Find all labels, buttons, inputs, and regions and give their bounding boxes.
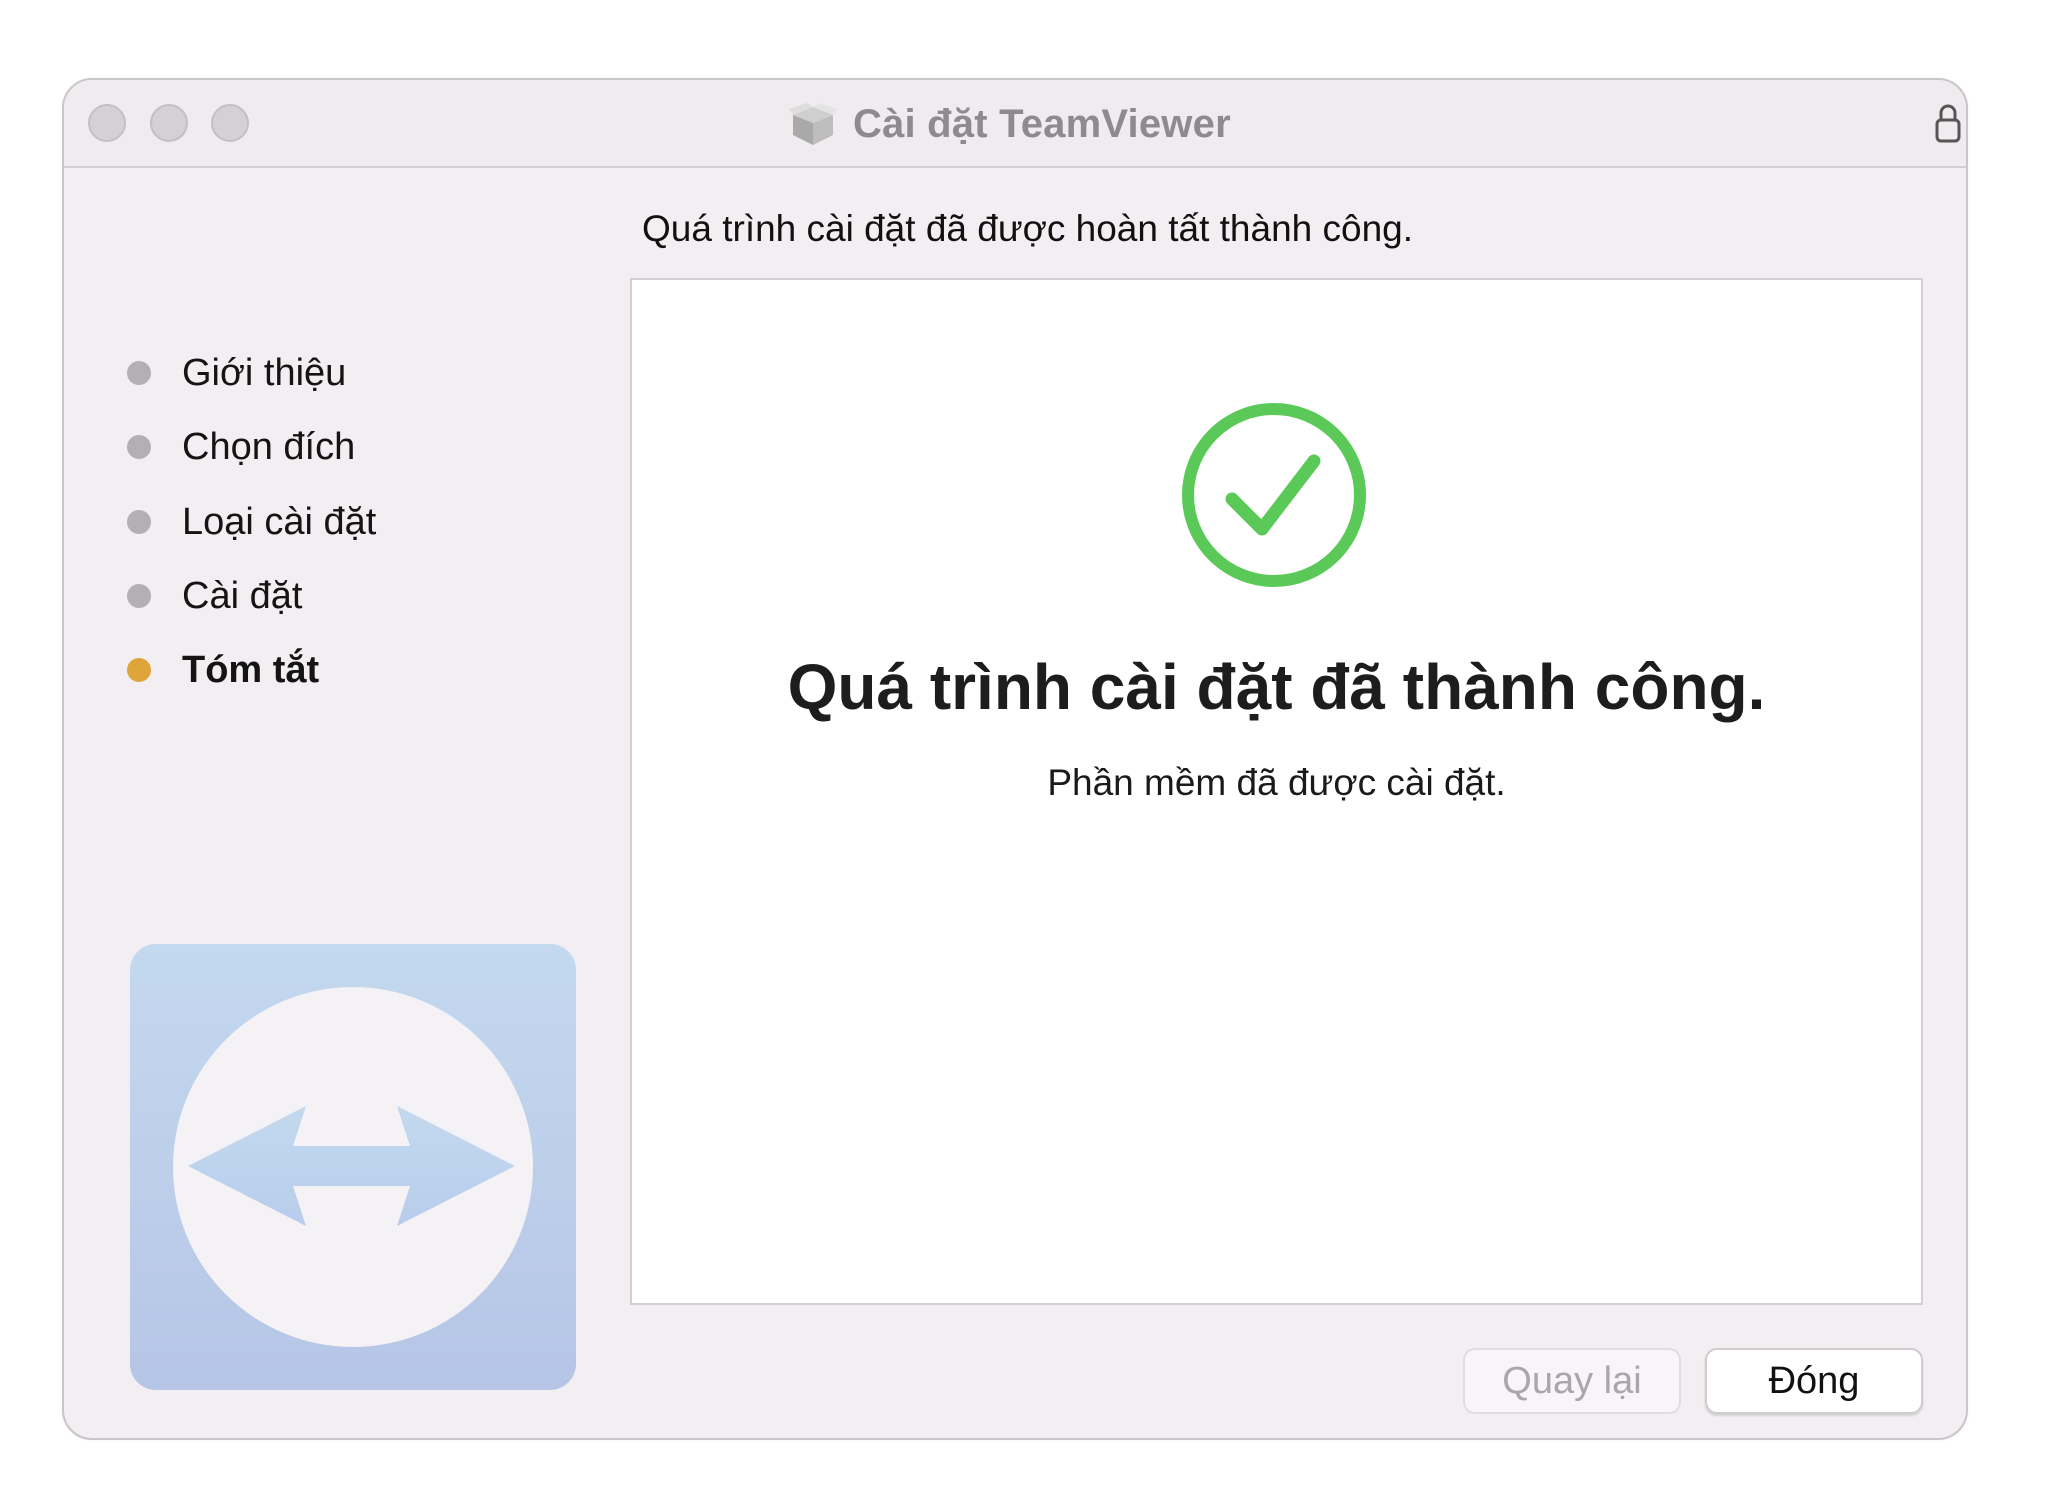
title-bar[interactable]: Cài đặt TeamViewer [64, 80, 1966, 168]
minimize-window-button[interactable] [150, 104, 188, 142]
step-label: Chọn đích [182, 425, 356, 468]
step-label: Giới thiệu [182, 351, 347, 394]
teamviewer-logo-icon [130, 944, 576, 1390]
lock-icon[interactable] [1934, 102, 1962, 144]
window-title: Cài đặt TeamViewer [853, 101, 1231, 146]
window-title-group: Cài đặt TeamViewer [787, 98, 1231, 150]
close-window-button[interactable] [88, 104, 126, 142]
step-bullet-active-icon [127, 658, 151, 682]
step-bullet-icon [127, 584, 151, 608]
step-bullet-icon [127, 435, 151, 459]
page-heading: Quá trình cài đặt đã được hoàn tất thành… [642, 208, 1414, 249]
content-panel: Quá trình cài đặt đã thành công. Phần mề… [630, 278, 1923, 1305]
zoom-window-button[interactable] [211, 104, 249, 142]
step-bullet-icon [127, 361, 151, 385]
close-button[interactable]: Đóng [1705, 1348, 1923, 1414]
step-label: Cài đặt [182, 574, 303, 617]
success-subtitle: Phần mềm đã được cài đặt. [1047, 762, 1506, 803]
success-title: Quá trình cài đặt đã thành công. [787, 651, 1766, 723]
checkmark-circle-icon [1182, 403, 1366, 587]
step-label: Tóm tắt [182, 648, 320, 691]
step-label: Loại cài đặt [182, 500, 377, 543]
package-icon [789, 103, 837, 145]
installer-window: Cài đặt TeamViewer Quá trình cài đặt đã … [62, 78, 1968, 1440]
step-bullet-icon [127, 510, 151, 534]
back-button[interactable]: Quay lại [1463, 1348, 1681, 1414]
